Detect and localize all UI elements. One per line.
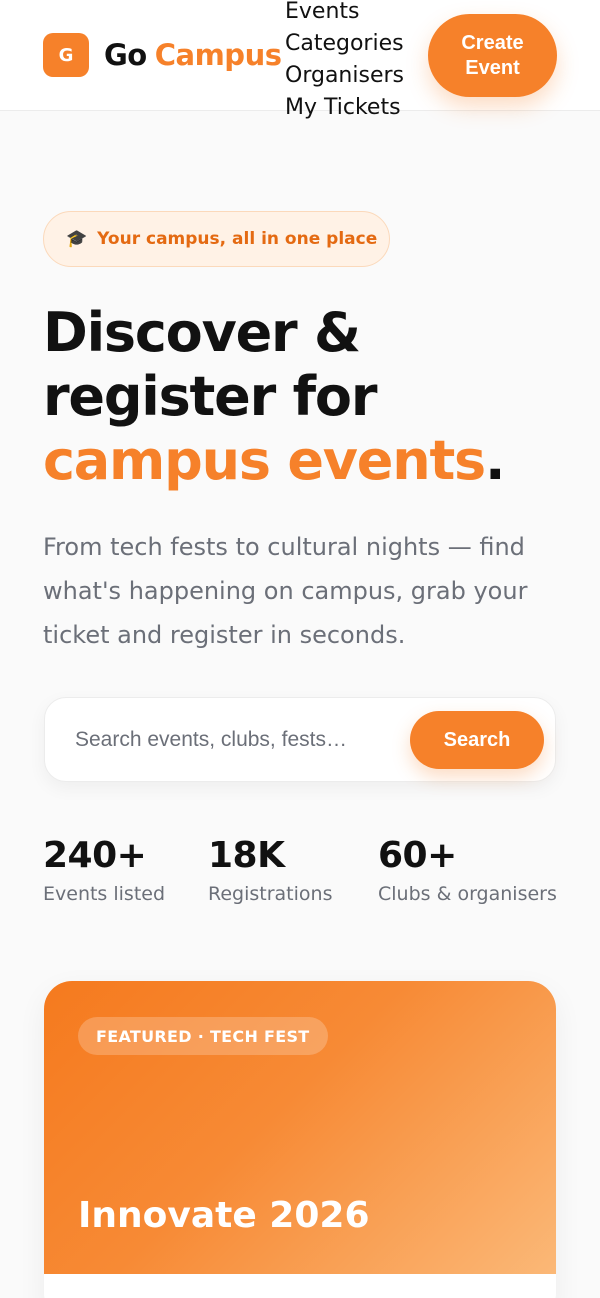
featured-banner: FEATURED · TECH FEST Innovate 2026 (44, 981, 556, 1274)
hero-title-line2: register for (43, 365, 377, 428)
main-nav: Events Categories Organisers My Tickets (285, 0, 404, 124)
nav-item-events[interactable]: Events (285, 0, 404, 28)
nav-item-categories[interactable]: Categories (285, 28, 404, 60)
logo-mark[interactable]: G (43, 33, 89, 77)
hero-pill: 🎓 Your campus, all in one place (43, 211, 390, 267)
stat-value: 240+ (43, 835, 147, 876)
stat-clubs: 60+ Clubs & organisers (378, 835, 557, 905)
logo-go: Go (104, 38, 147, 72)
featured-tag: FEATURED · TECH FEST (78, 1017, 328, 1055)
hero-title-end: . (485, 429, 506, 492)
hero-subtitle: From tech fests to cultural nights — fin… (43, 533, 528, 649)
search-button[interactable]: Search (410, 711, 544, 769)
hero-pill-text: Your campus, all in one place (97, 229, 378, 249)
stat-registrations: 18K Registrations (208, 835, 332, 905)
stat-label: Clubs & organisers (378, 883, 557, 905)
stat-label: Events listed (43, 883, 166, 905)
search-input[interactable] (75, 720, 390, 760)
hero-title: Discover & register for campus events. (43, 301, 563, 493)
stat-label: Registrations (208, 883, 333, 905)
stat-value: 18K (208, 835, 285, 876)
graduation-cap-icon: 🎓 (66, 229, 88, 249)
search-bar: Search (44, 697, 556, 782)
nav-item-organisers[interactable]: Organisers (285, 60, 404, 92)
featured-event-card[interactable]: FEATURED · TECH FEST Innovate 2026 (44, 981, 556, 1298)
stat-events: 240+ Events listed (43, 835, 165, 905)
create-event-button[interactable]: Create Event (428, 14, 557, 97)
hero-title-line1: Discover & (43, 301, 361, 364)
nav-item-my-tickets[interactable]: My Tickets (285, 92, 404, 124)
logo-wordmark[interactable]: Go Campus (104, 38, 282, 72)
top-header: G Go Campus Events Categories Organisers … (0, 0, 600, 120)
stat-value: 60+ (378, 835, 457, 876)
logo-campus: Campus (154, 38, 282, 72)
hero-title-accent: campus events (43, 429, 486, 492)
featured-title: Innovate 2026 (78, 1195, 370, 1236)
